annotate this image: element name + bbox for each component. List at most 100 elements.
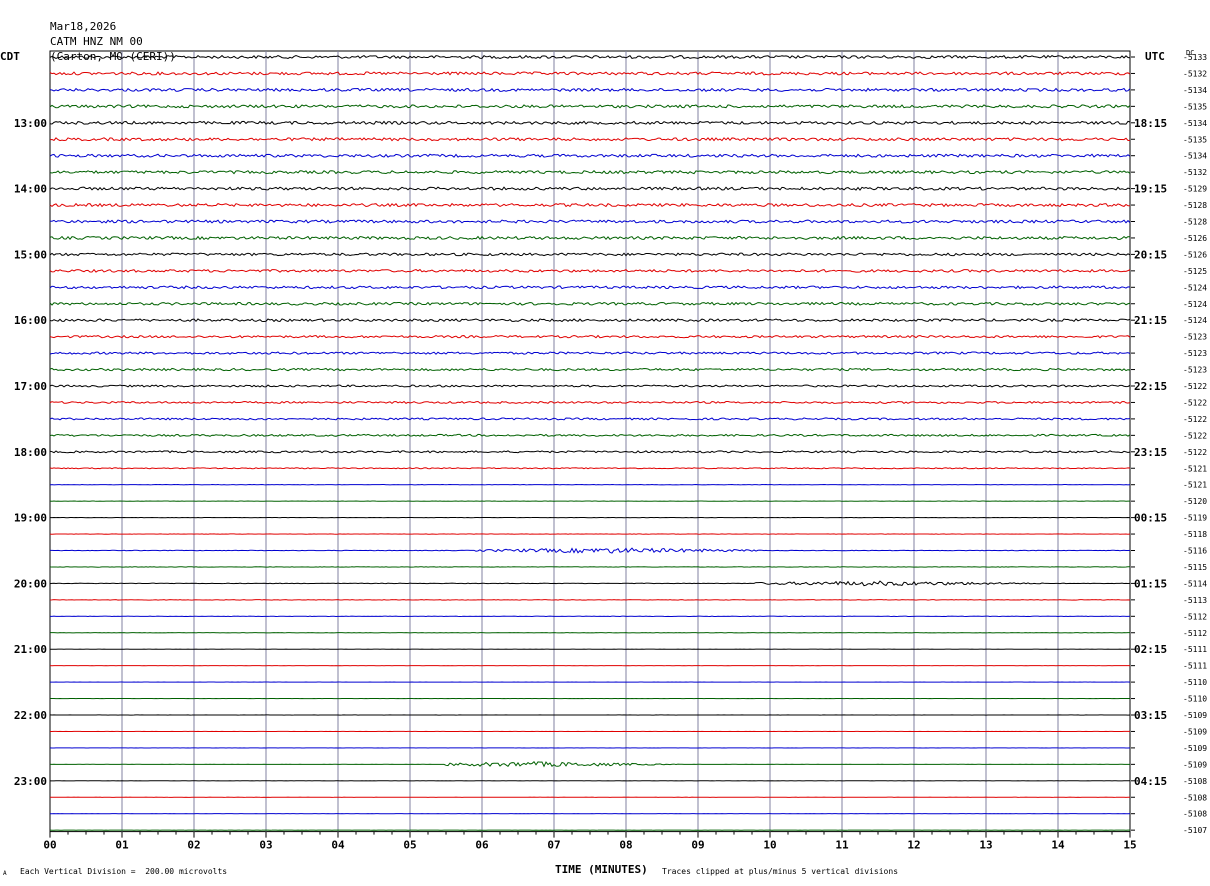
dc-offset-label: -5108: [1183, 793, 1207, 802]
trace-line: [49, 417, 1131, 421]
x-tick-label: 12: [907, 839, 920, 852]
x-tick-label: 06: [475, 839, 489, 852]
dc-offset-label: -5126: [1183, 250, 1207, 259]
right-hour-label: 02:15: [1134, 643, 1167, 656]
dc-offset-label: -5132: [1183, 168, 1207, 177]
trace-line: [49, 235, 1131, 241]
trace-line: [49, 384, 1131, 388]
left-hour-label: 17:00: [14, 380, 47, 393]
left-hour-label: 19:00: [14, 512, 47, 525]
trace-line: [49, 580, 1131, 587]
x-tick-label: 01: [115, 839, 129, 852]
trace-line: [49, 761, 1131, 768]
trace-line: [49, 467, 1131, 470]
dc-offset-label: -5113: [1183, 596, 1207, 605]
trace-line: [49, 202, 1131, 208]
x-tick-label: 15: [1123, 839, 1136, 852]
right-hour-label: 03:15: [1134, 709, 1167, 722]
x-tick-label: 02: [187, 839, 200, 852]
right-hour-label: 22:15: [1134, 380, 1167, 393]
trace-line: [49, 186, 1131, 191]
dc-offset-label: -5122: [1183, 382, 1207, 391]
trace-line: [49, 400, 1131, 405]
trace-line: [49, 547, 1131, 554]
x-tick-label: 05: [403, 839, 416, 852]
right-hour-label: 21:15: [1134, 314, 1167, 327]
dc-offset-label: -5135: [1183, 135, 1207, 144]
right-hour-label: 23:15: [1134, 446, 1167, 459]
dc-offset-label: -5135: [1183, 102, 1207, 111]
dc-offset-label: -5129: [1183, 185, 1207, 194]
dc-offset-label: -5108: [1183, 777, 1207, 786]
trace-line: [49, 252, 1131, 257]
dc-offset-label: -5128: [1183, 201, 1207, 210]
left-hour-label: 13:00: [14, 117, 47, 130]
trace-line: [49, 301, 1131, 306]
right-hour-label: 19:15: [1134, 183, 1167, 196]
left-hour-label: 23:00: [14, 775, 47, 788]
helicorder-plot: 00 01 02 03 04 05 06 07 08 09 10 11 12 13 14 15 -5133 -51…: [14, 50, 1207, 852]
right-hour-label: 00:15: [1134, 512, 1167, 525]
right-hour-label: 01:15: [1134, 577, 1167, 590]
dc-offset-label: -5122: [1183, 398, 1207, 407]
trace-line: [49, 450, 1131, 454]
dc-offset-label: -5133: [1183, 53, 1207, 62]
trace-line: [49, 219, 1131, 224]
dc-offset-label: -5124: [1183, 300, 1207, 309]
dc-offset-label: -5116: [1183, 547, 1207, 556]
left-hour-label: 14:00: [14, 183, 47, 196]
trace-line: [49, 104, 1131, 109]
trace-line: [49, 54, 1131, 60]
trace-line: [49, 318, 1131, 323]
x-tick-label: 04: [331, 839, 345, 852]
trace-line: [49, 367, 1131, 372]
dc-offset-label: -5123: [1183, 349, 1207, 358]
right-hour-label: 18:15: [1134, 117, 1167, 130]
dc-offset-label: -5132: [1183, 69, 1207, 78]
dc-offset-label: -5122: [1183, 415, 1207, 424]
x-tick-label: 13: [979, 839, 992, 852]
dc-offset-label: -5128: [1183, 218, 1207, 227]
dc-offset-label: -5112: [1183, 612, 1207, 621]
dc-offset-label: -5121: [1183, 464, 1207, 473]
trace-line: [49, 153, 1131, 158]
scale-note: Each Vertical Division = 200.00 microvol…: [20, 867, 228, 876]
dc-offset-label: -5134: [1183, 119, 1207, 128]
trace-line: [49, 87, 1131, 93]
right-hour-label: 04:15: [1134, 775, 1167, 788]
dc-offset-label: -5107: [1183, 826, 1207, 835]
dc-offset-label: -5112: [1183, 629, 1207, 638]
x-tick-label: 10: [763, 839, 776, 852]
x-tick-label: 08: [619, 839, 632, 852]
dc-offset-label: -5110: [1183, 695, 1207, 704]
dc-offset-label: -5123: [1183, 333, 1207, 342]
x-tick-label: 09: [691, 839, 704, 852]
dc-offset-label: -5114: [1183, 579, 1207, 588]
trace-line: [49, 268, 1131, 273]
dc-offset-label: -5134: [1183, 86, 1207, 95]
left-hour-label: 21:00: [14, 643, 47, 656]
dc-offset-label: -5124: [1183, 283, 1207, 292]
trace-line: [49, 169, 1131, 175]
dc-offset-label: -5126: [1183, 234, 1207, 243]
dc-offset-label: -5120: [1183, 497, 1207, 506]
dc-offset-label: -5111: [1183, 645, 1207, 654]
left-hour-label: 15:00: [14, 248, 47, 261]
dc-offset-label: -5109: [1183, 760, 1207, 769]
dc-offset-label: -5122: [1183, 431, 1207, 440]
left-hour-label: 16:00: [14, 314, 47, 327]
dc-offset-label: -5125: [1183, 267, 1207, 276]
left-hour-label: 20:00: [14, 577, 47, 590]
trace-line: [49, 351, 1131, 355]
dc-offset-label: -5111: [1183, 662, 1207, 671]
dc-offset-label: -5119: [1183, 514, 1207, 523]
dc-offset-label: -5123: [1183, 366, 1207, 375]
x-axis-title: TIME (MINUTES): [555, 863, 648, 876]
left-hour-label: 18:00: [14, 446, 47, 459]
left-hour-label: 22:00: [14, 709, 47, 722]
trace-line: [49, 71, 1131, 76]
dc-offset-label: -5122: [1183, 448, 1207, 457]
trace-line: [49, 285, 1131, 290]
trace-line: [49, 334, 1131, 339]
dc-offset-label: -5109: [1183, 711, 1207, 720]
